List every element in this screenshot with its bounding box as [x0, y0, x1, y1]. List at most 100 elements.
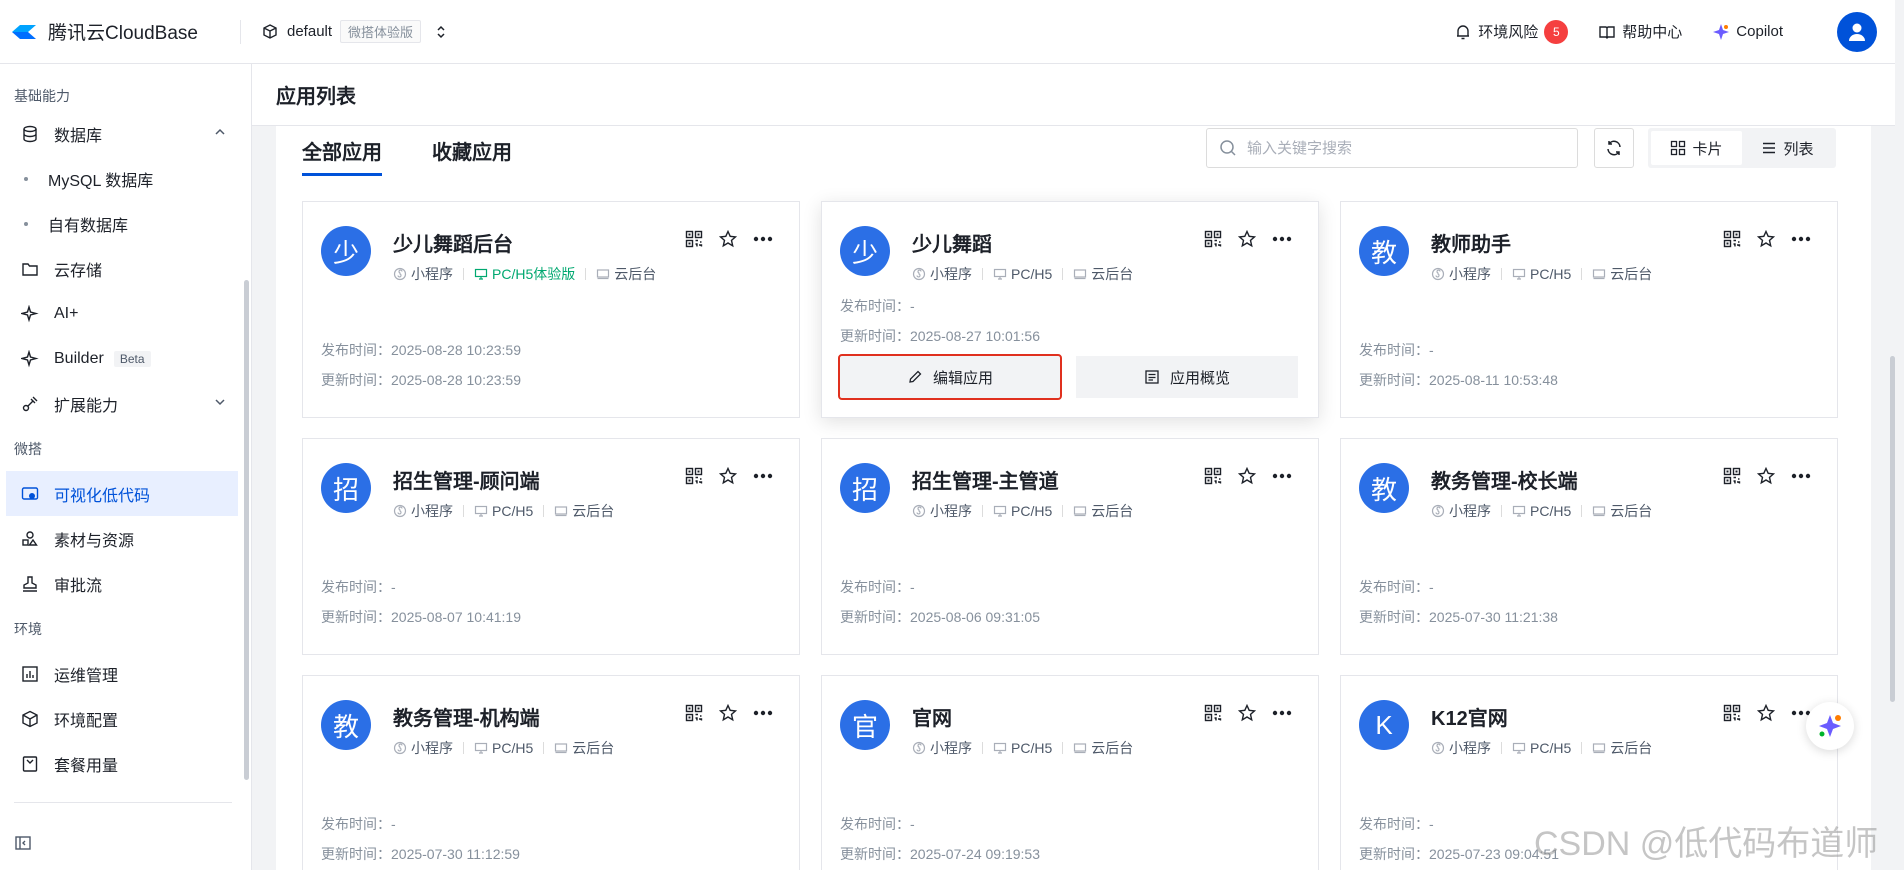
sidebar-scrollbar[interactable] — [244, 280, 249, 780]
plug-icon — [20, 394, 40, 414]
user-avatar[interactable] — [1837, 11, 1877, 52]
sidebar-item-label: 套餐用量 — [54, 757, 119, 775]
page-scrollbar[interactable] — [1890, 356, 1895, 702]
more-icon[interactable] — [1272, 236, 1292, 242]
view-card-label: 卡片 — [1692, 140, 1723, 158]
app-name[interactable]: 招生管理-主管道 — [912, 465, 1059, 494]
app-card[interactable]: 教教务管理-校长端 小程序 PC/H5 云后台 发布时间：- 更新时间：2025-07-3… — [1340, 438, 1838, 655]
qrcode-icon[interactable] — [1204, 230, 1222, 248]
publish-time-label: 发布时间： — [1359, 579, 1429, 595]
qrcode-icon[interactable] — [1204, 704, 1222, 722]
tag-divider — [982, 268, 983, 280]
qrcode-icon[interactable] — [1723, 704, 1741, 722]
star-icon[interactable] — [719, 467, 737, 485]
copilot-link[interactable]: Copilot — [1712, 23, 1783, 41]
publish-time-value: - — [910, 579, 915, 595]
qrcode-icon[interactable] — [685, 230, 703, 248]
qrcode-icon[interactable] — [1204, 467, 1222, 485]
env-risk-link[interactable]: 环境风险 5 — [1454, 19, 1569, 44]
sidebar-collapse-button[interactable] — [14, 834, 32, 855]
platform-tag: PC/H5 — [1512, 740, 1571, 756]
sidebar-item-mysql[interactable]: MySQL 数据库 — [0, 156, 251, 201]
app-card[interactable]: 少少儿舞蹈 小程序 PC/H5 云后台 发布时间：- 更新时间：2025-08-27 10… — [821, 201, 1319, 418]
qrcode-icon[interactable] — [1723, 230, 1741, 248]
star-icon[interactable] — [1238, 704, 1256, 722]
sidebar-item-approval[interactable]: 审批流 — [6, 561, 238, 606]
more-icon[interactable] — [753, 710, 773, 716]
search-box[interactable] — [1206, 128, 1578, 168]
app-name[interactable]: 教师助手 — [1431, 228, 1511, 257]
sidebar-item-label: Builder — [54, 349, 104, 367]
star-icon[interactable] — [1757, 230, 1775, 248]
sidebar-item-ai[interactable]: AI+ — [6, 291, 238, 336]
more-icon[interactable] — [1272, 473, 1292, 479]
app-card[interactable]: 官官网 小程序 PC/H5 云后台 发布时间：- 更新时间：2025-07-24 09:1… — [821, 675, 1319, 870]
sidebar-item-visual-lowcode[interactable]: 可视化低代码 — [6, 471, 238, 516]
sidebar-item-builder[interactable]: Builder Beta — [6, 336, 238, 381]
sidebar-item-assets[interactable]: 素材与资源 — [6, 516, 238, 561]
search-input[interactable] — [1247, 139, 1547, 157]
watermark: CSDN @低代码布道师 — [1534, 825, 1879, 863]
sidebar-item-own-db[interactable]: 自有数据库 — [0, 201, 251, 246]
star-icon[interactable] — [1238, 467, 1256, 485]
monitor-icon — [993, 741, 1007, 755]
tag-divider — [463, 742, 464, 754]
star-icon[interactable] — [719, 230, 737, 248]
app-card[interactable]: 招招生管理-主管道 小程序 PC/H5 云后台 发布时间：- 更新时间：2025-08-0… — [821, 438, 1319, 655]
copilot-label: Copilot — [1736, 23, 1783, 40]
shapes-icon — [20, 529, 40, 549]
app-card[interactable]: 教教务管理-机构端 小程序 PC/H5 云后台 发布时间：- 更新时间：2025-07-3… — [302, 675, 800, 870]
platform-tag-label: 小程序 — [411, 503, 453, 519]
sidebar-item-storage[interactable]: 云存储 — [6, 246, 238, 291]
sidebar-item-plan-usage[interactable]: 套餐用量 — [6, 741, 238, 786]
tab-favorite-apps[interactable]: 收藏应用 — [432, 136, 512, 176]
more-icon[interactable] — [753, 473, 773, 479]
platform-tag: 云后台 — [1073, 501, 1133, 521]
star-icon[interactable] — [1238, 230, 1256, 248]
view-list-button[interactable]: 列表 — [1742, 131, 1833, 165]
more-icon[interactable] — [1791, 236, 1811, 242]
refresh-button[interactable] — [1594, 128, 1634, 168]
bell-icon — [1457, 24, 1470, 39]
app-name[interactable]: 少儿舞蹈后台 — [393, 228, 513, 257]
app-card[interactable]: 招招生管理-顾问端 小程序 PC/H5 云后台 发布时间：- 更新时间：2025-08-0… — [302, 438, 800, 655]
sidebar-item-ops[interactable]: 运维管理 — [6, 651, 238, 696]
star-icon[interactable] — [719, 704, 737, 722]
sidebar-item-extension[interactable]: 扩展能力 — [6, 381, 238, 426]
app-avatar: 教 — [321, 700, 371, 750]
sidebar-item-database[interactable]: 数据库 — [6, 111, 238, 156]
platform-tag-label: 云后台 — [1610, 266, 1653, 282]
qrcode-icon[interactable] — [685, 467, 703, 485]
env-name: default — [287, 23, 333, 40]
more-icon[interactable] — [1791, 473, 1811, 479]
platform-tag-label: 小程序 — [411, 740, 453, 756]
update-time-label: 更新时间： — [321, 846, 391, 862]
app-name[interactable]: 官网 — [912, 702, 952, 731]
env-selector[interactable]: default 微搭体验版 — [261, 20, 447, 43]
tab-all-apps[interactable]: 全部应用 — [302, 136, 382, 176]
app-name[interactable]: 招生管理-顾问端 — [393, 465, 540, 494]
brand[interactable]: 腾讯云CloudBase — [0, 18, 240, 45]
app-overview-button[interactable]: 应用概览 — [1076, 356, 1298, 398]
qrcode-icon[interactable] — [685, 704, 703, 722]
app-name[interactable]: 教务管理-机构端 — [393, 702, 540, 731]
copilot-float-button[interactable] — [1806, 702, 1854, 750]
edit-app-button[interactable]: 编辑应用 — [838, 354, 1062, 400]
star-icon[interactable] — [1757, 704, 1775, 722]
more-icon[interactable] — [1272, 710, 1292, 716]
app-card[interactable]: 教教师助手 小程序 PC/H5 云后台 发布时间：- 更新时间：2025-08-11 10… — [1340, 201, 1838, 418]
page-title: 应用列表 — [276, 86, 356, 108]
qrcode-icon[interactable] — [1723, 467, 1741, 485]
star-icon[interactable] — [1757, 467, 1775, 485]
app-avatar: 招 — [321, 463, 371, 513]
view-card-button[interactable]: 卡片 — [1651, 131, 1742, 165]
app-name[interactable]: 教务管理-校长端 — [1431, 465, 1578, 494]
platform-tag: 小程序 — [393, 501, 453, 521]
app-name[interactable]: K12官网 — [1431, 702, 1508, 731]
app-card[interactable]: 少少儿舞蹈后台 小程序 PC/H5体验版 云后台 发布时间：2025-08-28 10:… — [302, 201, 800, 418]
chevron-updown-icon[interactable] — [435, 24, 447, 40]
more-icon[interactable] — [753, 236, 773, 242]
app-name[interactable]: 少儿舞蹈 — [912, 228, 992, 257]
help-center-link[interactable]: 帮助中心 — [1598, 21, 1682, 42]
sidebar-item-env-config[interactable]: 环境配置 — [6, 696, 238, 741]
